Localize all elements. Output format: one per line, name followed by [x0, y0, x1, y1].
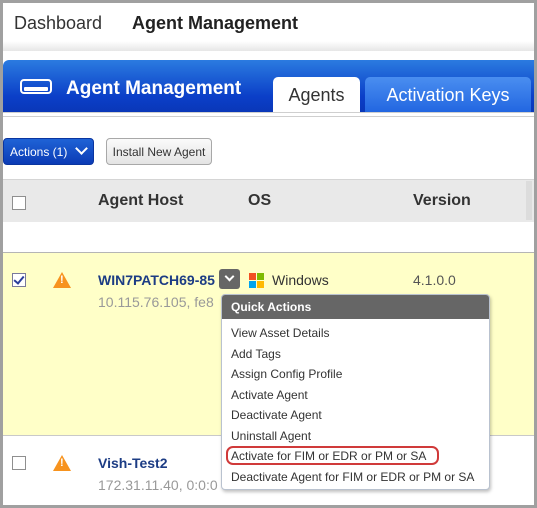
windows-logo-icon [249, 273, 264, 288]
quick-actions-list: View Asset Details Add Tags Assign Confi… [222, 319, 489, 487]
tab-activation-keys[interactable]: Activation Keys [365, 77, 531, 114]
nav-agent-management[interactable]: Agent Management [132, 13, 298, 34]
os-name: Windows [272, 272, 329, 288]
warning-icon [53, 272, 71, 288]
agent-host-link[interactable]: WIN7PATCH69-85 [98, 272, 215, 288]
row-checkbox[interactable] [12, 456, 26, 470]
module-title: Agent Management [66, 78, 242, 99]
warning-icon [53, 455, 71, 471]
top-nav: Dashboard Agent Management [3, 3, 534, 45]
agent-version: 4.1.0.0 [413, 272, 456, 288]
row-checkbox[interactable] [12, 273, 26, 287]
hard-drive-icon [20, 79, 52, 94]
actions-dropdown-button[interactable]: Actions (1) [3, 138, 94, 165]
menu-item-activate-fim-edr-pm-sa[interactable]: Activate for FIM or EDR or PM or SA [222, 446, 489, 467]
column-version[interactable]: Version [413, 192, 471, 210]
quick-actions-title: Quick Actions [222, 295, 489, 319]
menu-item-add-tags[interactable]: Add Tags [222, 344, 489, 365]
tab-agents[interactable]: Agents [273, 77, 360, 114]
actions-label: Actions (1) [10, 145, 68, 159]
menu-item-view-asset-details[interactable]: View Asset Details [222, 323, 489, 344]
menu-item-uninstall-agent[interactable]: Uninstall Agent [222, 426, 489, 447]
select-all-checkbox[interactable] [12, 196, 26, 210]
column-os[interactable]: OS [248, 192, 271, 210]
menu-item-deactivate-fim-edr-pm-sa[interactable]: Deactivate Agent for FIM or EDR or PM or… [222, 467, 489, 488]
nav-dashboard[interactable]: Dashboard [14, 13, 102, 34]
menu-item-deactivate-agent[interactable]: Deactivate Agent [222, 405, 489, 426]
agent-address: 172.31.11.40, 0:0:0 [98, 477, 218, 493]
menu-item-activate-agent[interactable]: Activate Agent [222, 385, 489, 406]
agent-host-link[interactable]: Vish-Test2 [98, 455, 168, 471]
table-header: Agent Host OS Version [3, 179, 534, 222]
module-header: Agent Management Agents Activation Keys [3, 60, 534, 114]
quick-actions-toggle[interactable] [219, 269, 240, 289]
header-divider [3, 112, 534, 117]
nav-shadow [3, 41, 534, 51]
install-new-agent-button[interactable]: Install New Agent [106, 138, 212, 165]
column-agent-host[interactable]: Agent Host [98, 192, 183, 210]
chevron-down-icon [75, 142, 88, 155]
quick-actions-menu: Quick Actions View Asset Details Add Tag… [221, 294, 490, 490]
menu-item-assign-config-profile[interactable]: Assign Config Profile [222, 364, 489, 385]
scrollbar[interactable] [526, 181, 532, 220]
agent-address: 10.115.76.105, fe8 [98, 294, 214, 310]
